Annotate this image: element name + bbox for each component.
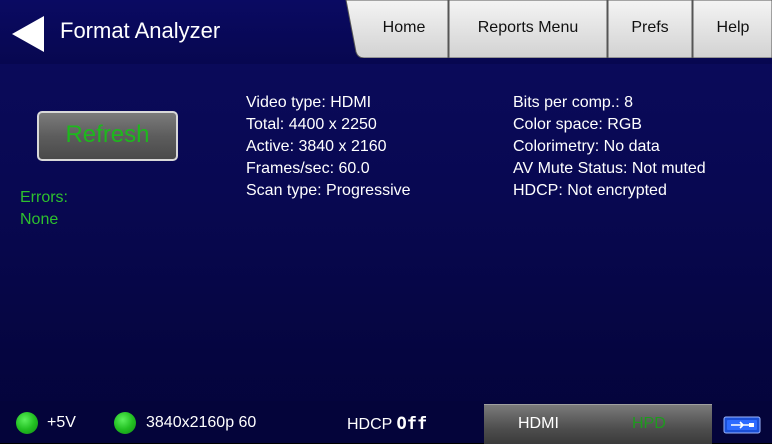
frame-rate-value: Frames/sec: 60.0 [246, 160, 370, 177]
format-status-led [114, 412, 136, 434]
refresh-button[interactable]: Refresh [37, 111, 178, 161]
format-label: 3840x2160p 60 [146, 414, 257, 431]
color-space-value: Color space: RGB [513, 116, 642, 133]
power-status-led [16, 412, 38, 434]
tab-reports-menu[interactable]: Reports Menu [452, 19, 604, 37]
tab-help[interactable]: Help [694, 19, 772, 37]
format-analyzer-screen: Format Analyzer Home Reports Menu Prefs … [0, 0, 772, 444]
bits-per-comp-value: Bits per comp.: 8 [513, 94, 634, 111]
usb-connection-icon[interactable] [723, 414, 763, 436]
header-bar: Format Analyzer Home Reports Menu Prefs … [0, 0, 772, 64]
total-resolution-value: Total: 4400 x 2250 [246, 116, 377, 133]
power-label: +5V [47, 414, 76, 431]
video-info-column: Video type: HDMI Total: 4400 x 2250 Acti… [246, 92, 411, 202]
errors-panel: Errors: None [20, 187, 68, 231]
errors-label: Errors: [20, 189, 68, 206]
video-type-value: Video type: HDMI [246, 94, 372, 111]
hdmi-label: HDMI [518, 415, 559, 432]
active-resolution-value: Active: 3840 x 2160 [246, 138, 387, 155]
hdcp-state: Off [396, 414, 428, 434]
hpd-label: HPD [632, 415, 666, 432]
page-title: Format Analyzer [60, 18, 221, 43]
colorimetry-value: Colorimetry: No data [513, 138, 660, 155]
av-mute-status-value: AV Mute Status: Not muted [513, 160, 706, 177]
hdmi-port-panel[interactable]: HDMI HPD [484, 404, 712, 444]
color-info-column: Bits per comp.: 8 Color space: RGB Color… [513, 92, 706, 202]
hdcp-status-value: HDCP: Not encrypted [513, 182, 667, 199]
scan-type-value: Scan type: Progressive [246, 182, 411, 199]
tab-prefs[interactable]: Prefs [610, 19, 690, 37]
back-arrow-icon[interactable] [10, 14, 46, 54]
tab-home[interactable]: Home [374, 19, 434, 37]
hdcp-status-indicator: HDCP Off [347, 414, 427, 434]
hdcp-label: HDCP [347, 416, 393, 433]
errors-value: None [20, 211, 59, 228]
